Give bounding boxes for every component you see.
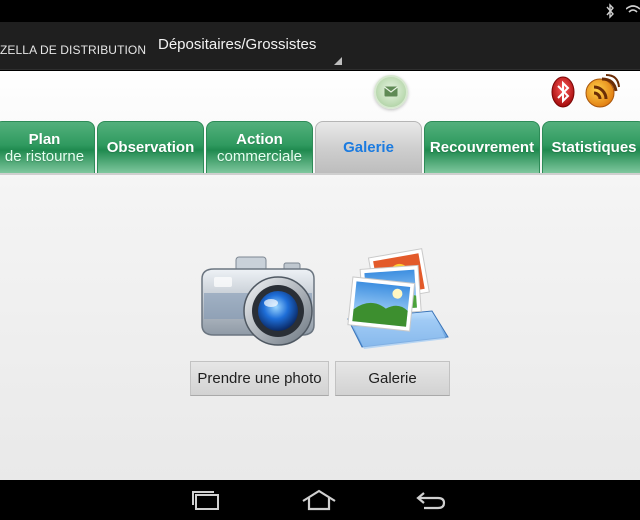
- bluetooth-icon: [606, 3, 614, 19]
- tab-label-line2: commerciale: [216, 147, 303, 165]
- recent-apps-icon[interactable]: [190, 489, 222, 511]
- tab-label: Statistiques: [551, 139, 637, 156]
- tab-bar: Plan de ristourne Observation Action com…: [0, 121, 640, 173]
- app-title: ZELLA DE DISTRIBUTION: [0, 43, 147, 57]
- photo-gallery-icon: [347, 248, 449, 349]
- tab-statistiques[interactable]: Statistiques: [542, 121, 640, 173]
- bluetooth-status-icon[interactable]: [550, 75, 576, 109]
- tab-observation[interactable]: Observation: [97, 121, 204, 173]
- tab-label: Galerie: [343, 139, 394, 156]
- rss-status-icon[interactable]: [584, 73, 620, 109]
- home-icon[interactable]: [301, 489, 337, 511]
- tab-label-line2: de ristourne: [4, 147, 85, 165]
- tab-divider: [0, 173, 640, 175]
- gallery-button[interactable]: Galerie: [335, 361, 450, 396]
- mail-button[interactable]: [374, 75, 408, 109]
- tab-label: Recouvrement: [429, 139, 535, 156]
- action-bar: ZELLA DE DISTRIBUTION Dépositaires/Gross…: [0, 22, 640, 70]
- tab-plan-de-ristourne[interactable]: Plan de ristourne: [0, 121, 95, 173]
- wifi-icon: [626, 5, 640, 13]
- camera-icon: [201, 256, 315, 346]
- tab-label: Plan: [28, 130, 61, 148]
- category-spinner-value: Dépositaires/Grossistes: [158, 36, 317, 53]
- tab-galerie[interactable]: Galerie: [315, 121, 422, 173]
- category-spinner[interactable]: Dépositaires/Grossistes: [150, 22, 346, 70]
- status-bar: [0, 0, 640, 22]
- navigation-bar: [0, 480, 640, 520]
- main-content: Plan de ristourne Observation Action com…: [0, 71, 640, 480]
- tab-label: Action: [236, 130, 283, 148]
- tab-action-commerciale[interactable]: Action commerciale: [206, 121, 313, 173]
- back-icon[interactable]: [416, 489, 446, 511]
- mail-icon: [384, 86, 398, 97]
- take-photo-button[interactable]: Prendre une photo: [190, 361, 329, 396]
- tab-label: Observation: [106, 139, 195, 156]
- tab-recouvrement[interactable]: Recouvrement: [424, 121, 540, 173]
- spinner-indicator-icon: [334, 57, 342, 65]
